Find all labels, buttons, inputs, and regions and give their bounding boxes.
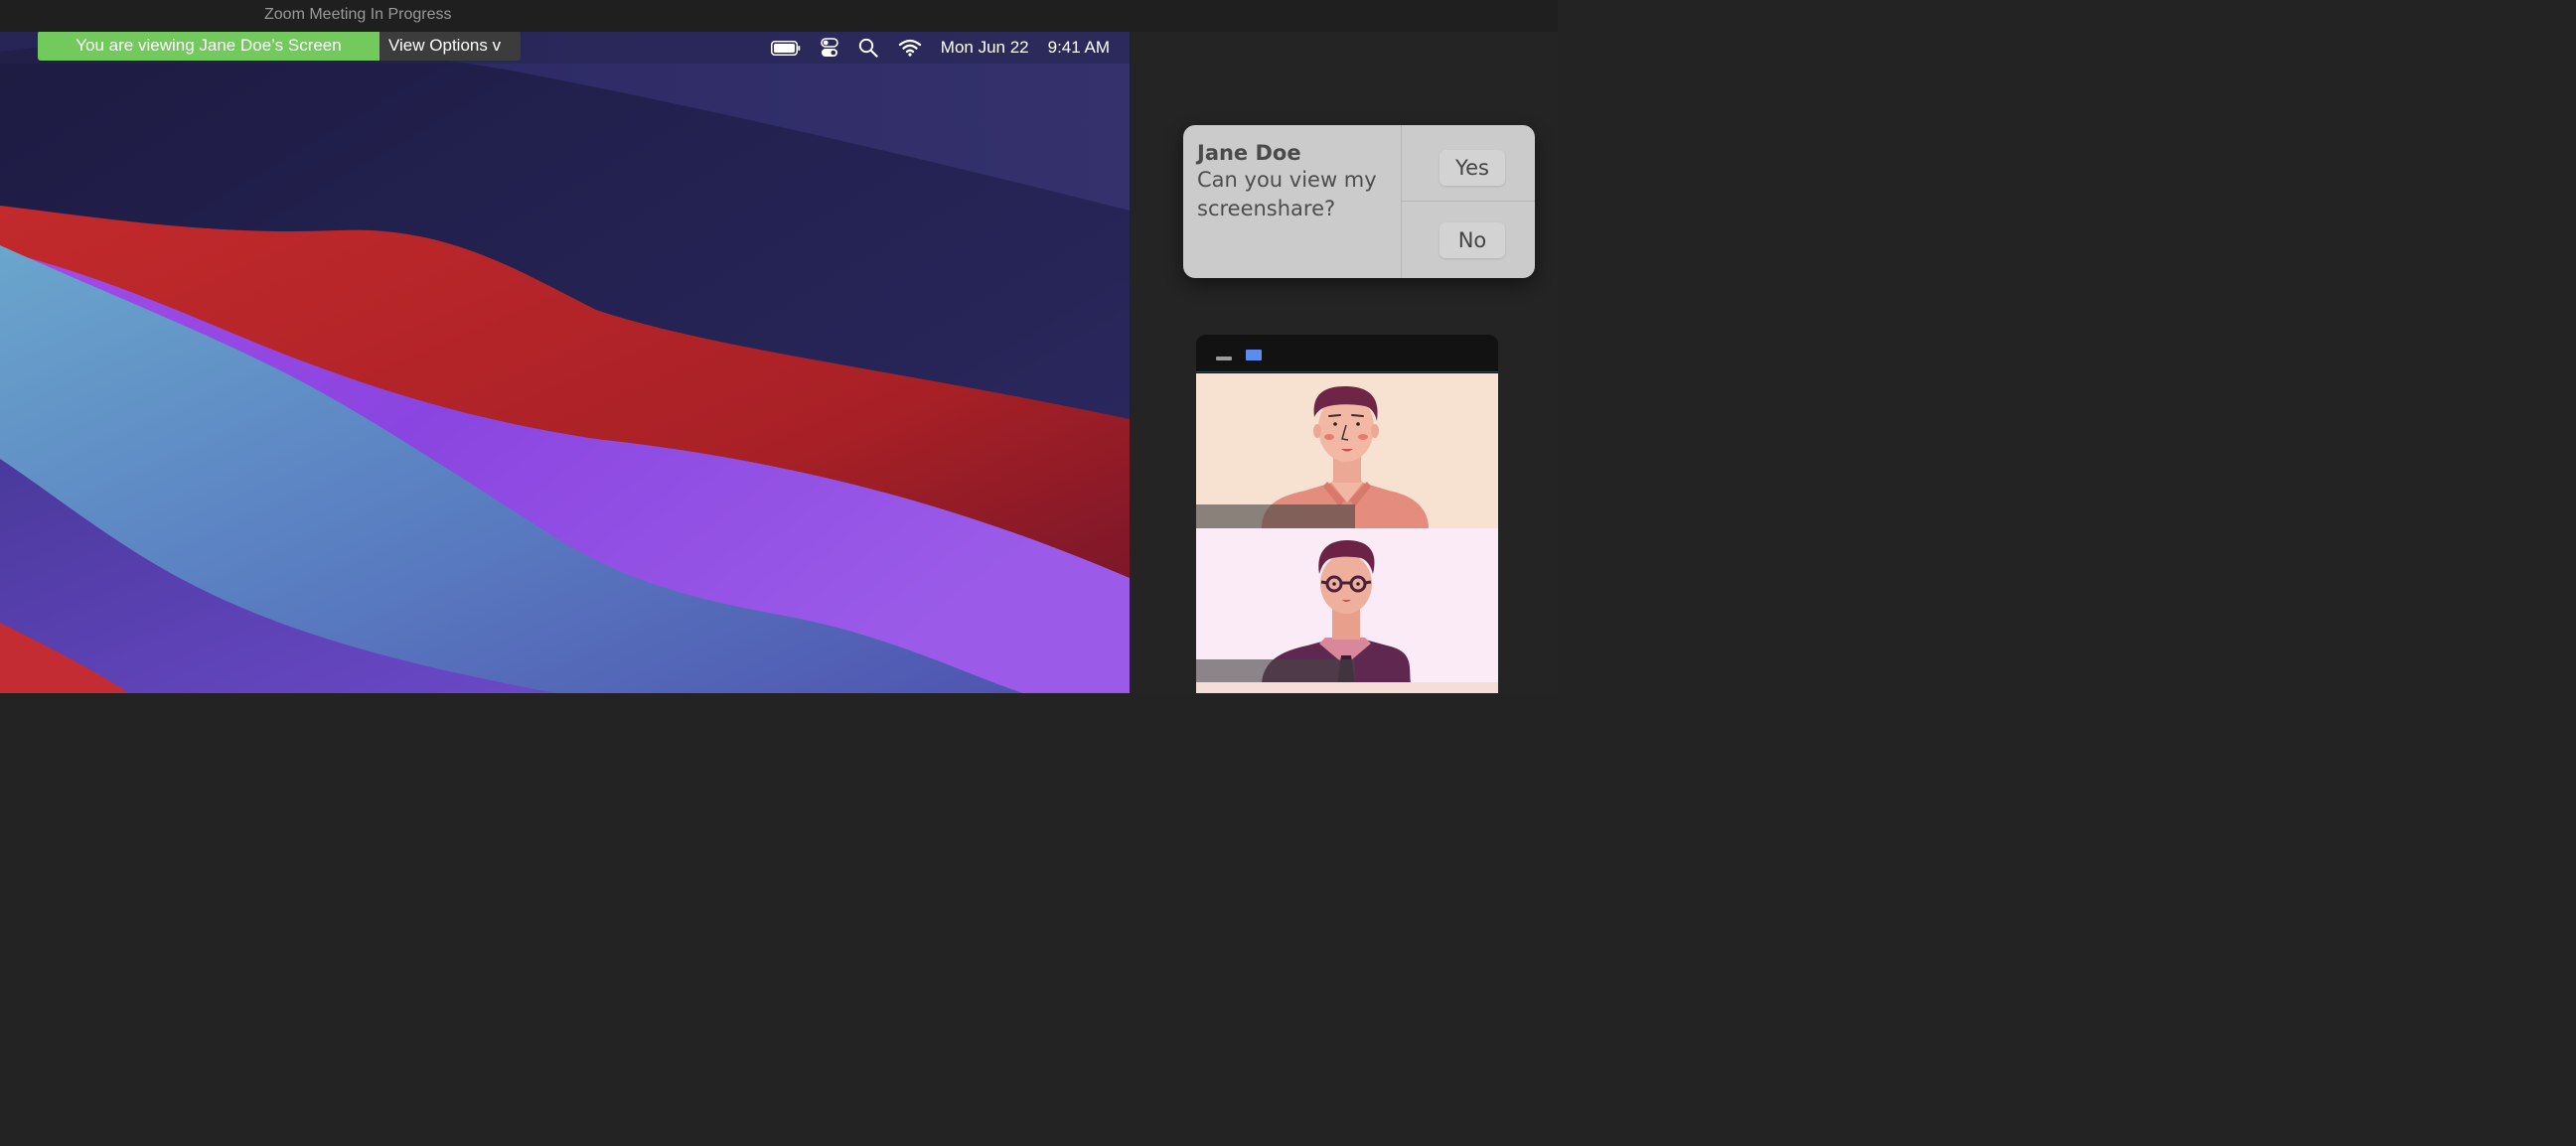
no-button[interactable]: No [1440,222,1505,258]
search-icon [858,37,878,59]
chat-notification[interactable]: Jane Doe Can you view my screenshare? Ye… [1183,125,1535,278]
notification-body: Jane Doe Can you view my screenshare? [1197,141,1396,223]
viewing-screen-label: You are viewing Jane Doe’s Screen [38,32,379,61]
view-options-button[interactable]: View Options v [379,32,521,61]
gallery-view-icon[interactable] [1246,350,1262,360]
screen-share-banner: You are viewing Jane Doe’s Screen View O… [38,32,521,61]
minimize-icon[interactable] [1216,357,1232,360]
gallery-toolbar [1196,335,1498,372]
notification-message: Can you view my screenshare? [1197,168,1377,220]
window-title: Zoom Meeting In Progress [264,6,452,23]
participant-gallery [1196,335,1498,693]
battery-icon [770,37,801,59]
title-bar: Zoom Meeting In Progress [0,0,1558,32]
menubar-status-items: Mon Jun 22 9:41 AM [751,37,1110,59]
notification-divider [1401,125,1402,278]
notification-divider [1402,201,1535,202]
participant-tile[interactable] [1196,373,1498,528]
participant-name-strip [1196,659,1355,683]
participant-name-strip [1196,504,1355,528]
zoom-window: Zoom Meeting In Progress Mon Jun 22 9:41… [0,0,1558,693]
menubar-date: Mon Jun 22 [940,38,1029,57]
participant-tile[interactable] [1196,528,1498,683]
menubar-time: 9:41 AM [1047,38,1110,57]
participant-tile[interactable] [1196,682,1498,693]
wifi-icon [898,37,922,59]
yes-button[interactable]: Yes [1440,150,1505,186]
notification-sender: Jane Doe [1197,141,1301,165]
control-center-icon [820,37,838,59]
shared-screen: Mon Jun 22 9:41 AM You are viewing Jane … [0,32,1130,693]
